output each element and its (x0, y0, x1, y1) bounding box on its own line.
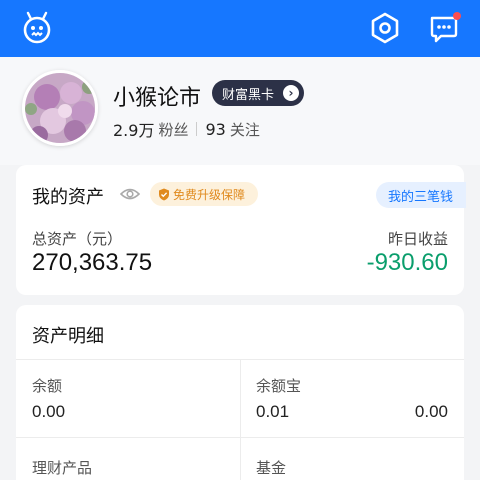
yesterday-earnings-value: -930.60 (366, 249, 448, 276)
my-assets-card[interactable]: 我的资产 免费升级保障 我的三笔钱 总资产（元） 270,363.75 昨日收益… (16, 165, 466, 295)
wealth-products-cell[interactable]: 理财产品 (16, 437, 240, 480)
wealth-black-card-badge[interactable]: 财富黑卡 › (212, 80, 304, 106)
following-count: 93 (205, 119, 226, 139)
chevron-right-icon: › (283, 85, 299, 101)
balance-value: 0.00 (32, 402, 66, 421)
followers-label[interactable]: 粉丝 (158, 119, 188, 140)
wealth-products-label: 理财产品 (32, 459, 93, 477)
settings-hexagon-icon[interactable] (368, 11, 402, 45)
yesterday-earnings-label: 昨日收益 (387, 230, 448, 248)
assets-title: 我的资产 (32, 187, 104, 208)
balance-cell[interactable]: 余额 0.00 (16, 359, 240, 437)
yuebao-earnings-value: 0.00 (414, 402, 448, 421)
stats-divider (196, 122, 198, 136)
fund-cell[interactable]: 基金 (240, 437, 464, 480)
yuebao-cell[interactable]: 余额宝 0.01 0.00 (240, 359, 464, 437)
total-assets-label: 总资产（元） (32, 230, 123, 248)
username: 小猴论市 (113, 86, 202, 111)
followers-count: 2.9万 (113, 121, 155, 140)
top-bar (0, 0, 480, 57)
shield-icon (159, 188, 169, 200)
free-upgrade-guard-badge[interactable]: 免费升级保障 (150, 182, 258, 206)
following-label[interactable]: 关注 (230, 119, 260, 140)
avatar[interactable] (22, 70, 98, 146)
monkey-logo-icon[interactable] (20, 10, 54, 46)
my-three-money-button[interactable]: 我的三笔钱 (376, 182, 466, 208)
profile-stats: 2.9万 粉丝 93 关注 (113, 117, 260, 141)
fund-label: 基金 (256, 459, 287, 477)
message-chat-icon[interactable] (428, 11, 462, 45)
badge-label: 财富黑卡 (222, 87, 275, 103)
eye-visibility-icon[interactable] (120, 186, 140, 202)
guard-label: 免费升级保障 (173, 187, 246, 202)
asset-detail-title: 资产明细 (32, 326, 104, 347)
yuebao-label: 余额宝 (256, 377, 302, 395)
balance-label: 余额 (32, 377, 63, 395)
asset-detail-card: 资产明细 余额 0.00 余额宝 0.01 0.00 理财产品 基金 (16, 305, 464, 480)
yuebao-value: 0.01 (256, 402, 290, 421)
total-assets-value: 270,363.75 (32, 249, 153, 276)
